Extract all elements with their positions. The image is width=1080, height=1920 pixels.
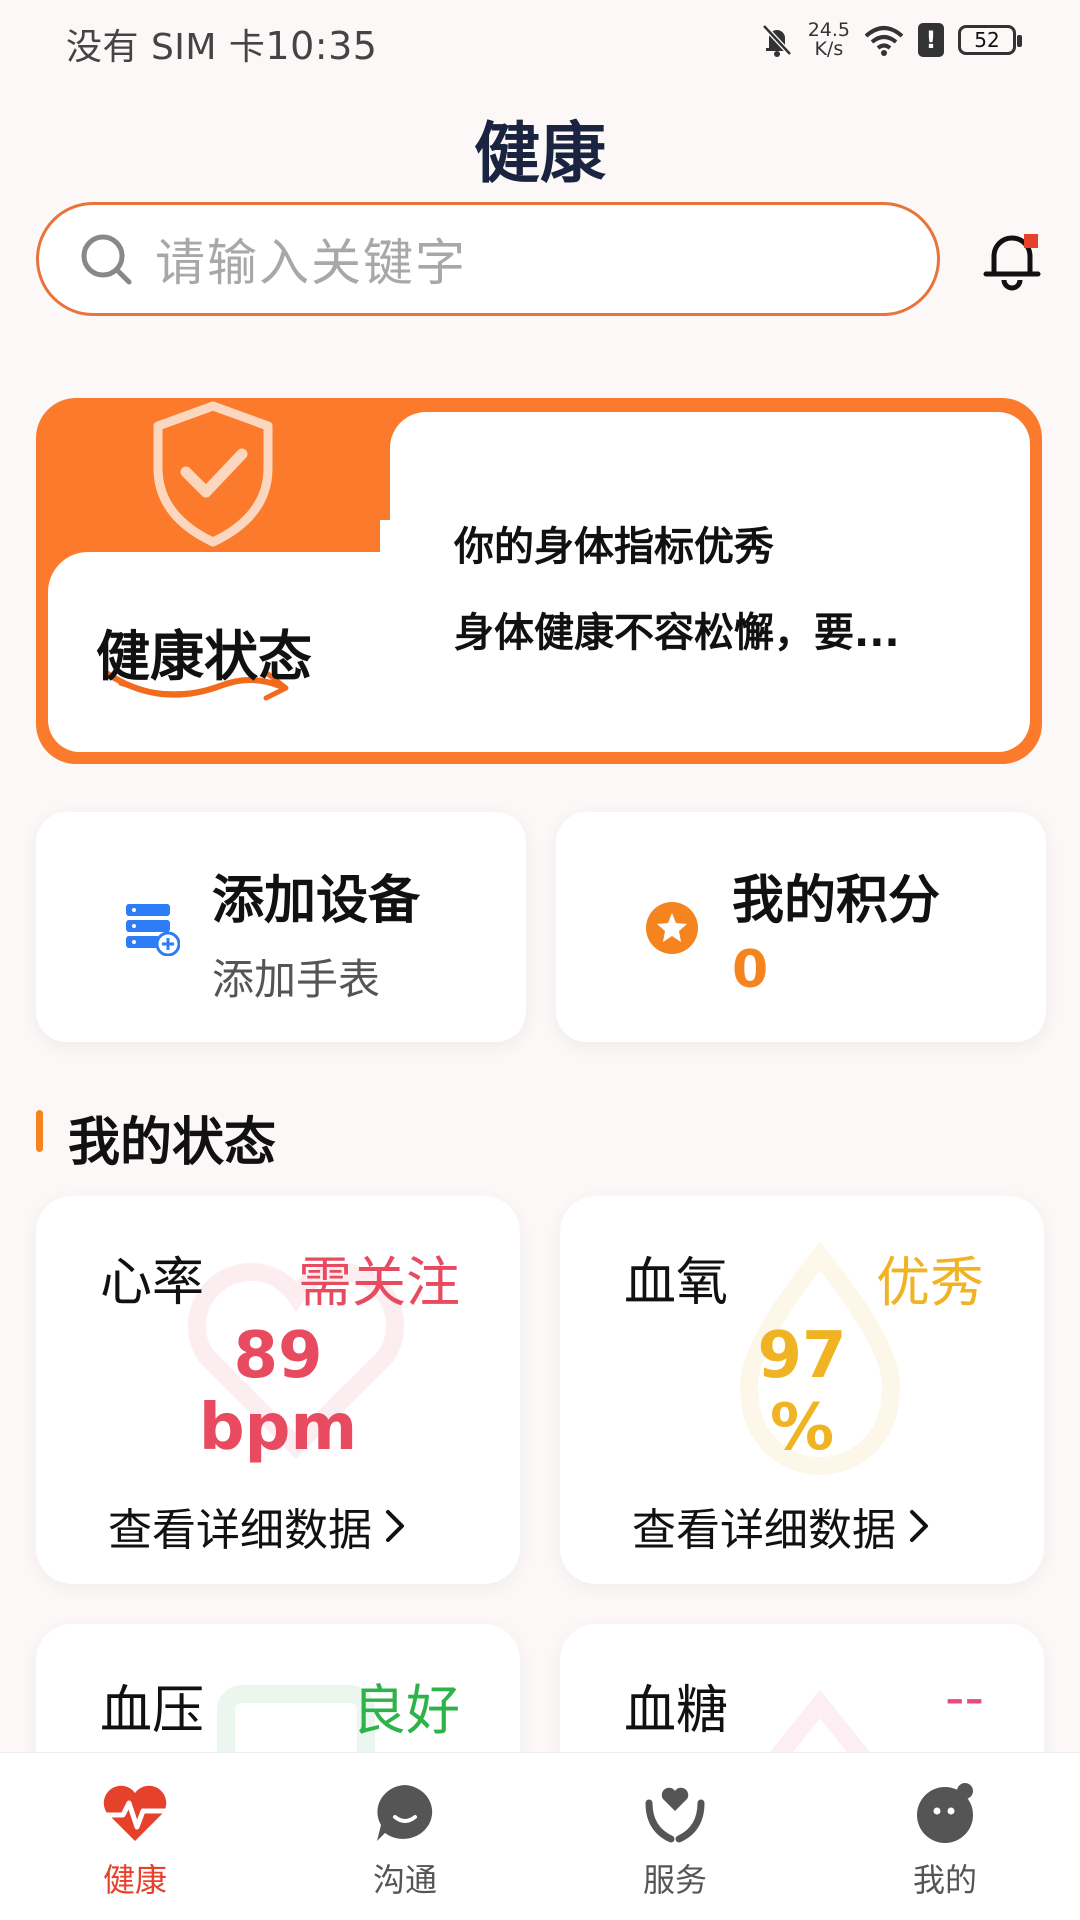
star-badge-icon [646, 902, 698, 954]
nav-item-health[interactable]: 健康 [0, 1753, 270, 1920]
add-device-title: 添加设备 [212, 871, 421, 931]
heart-rate-status-badge: 需关注 [298, 1251, 460, 1314]
section-title: 我的状态 [68, 1113, 277, 1173]
heart-pulse-icon [103, 1785, 167, 1841]
blood-oxygen-details-link[interactable]: 查看详细数据 [632, 1494, 930, 1558]
heart-rate-details-link[interactable]: 查看详细数据 [108, 1494, 406, 1558]
blood-sugar-label: 血糖 [624, 1681, 729, 1741]
health-status-title: 健康状态 [96, 625, 312, 688]
heart-rate-value-block: 89 bpm [36, 1320, 520, 1464]
net-speed: 24.5 K/s [808, 21, 850, 59]
heart-rate-value: 89 [233, 1319, 323, 1393]
status-bar: 没有 SIM 卡10:35 24.5 K/s ! 52 [0, 0, 1080, 80]
status-icons: 24.5 K/s ! 52 [760, 16, 1022, 64]
clock: 10:35 [265, 24, 378, 68]
sim-alert-icon: ! [918, 23, 944, 57]
nav-label-service: 服务 [642, 1861, 707, 1899]
nav-item-chat[interactable]: 沟通 [270, 1753, 540, 1920]
mute-bell-icon [761, 24, 792, 57]
details-link-label: 查看详细数据 [632, 1505, 896, 1556]
shield-check-icon [153, 401, 273, 547]
heart-rate-label: 心率 [100, 1253, 205, 1313]
nav-label-profile: 我的 [912, 1861, 977, 1899]
card-inner-right [390, 412, 1030, 752]
battery-icon: 52 [958, 25, 1022, 55]
add-device-card[interactable]: 添加设备 添加手表 [36, 812, 526, 1042]
blood-oxygen-label: 血氧 [624, 1253, 729, 1313]
heart-rate-unit: bpm [198, 1391, 358, 1465]
status-left: 没有 SIM 卡10:35 [66, 18, 377, 70]
chevron-right-icon [910, 1510, 928, 1542]
chat-bubble-icon [377, 1785, 433, 1841]
blood-oxygen-status-badge: 优秀 [876, 1251, 984, 1314]
nav-item-service[interactable]: 服务 [540, 1753, 810, 1920]
search-input[interactable]: 请输入关键字 [36, 202, 940, 316]
device-server-icon [126, 904, 180, 956]
chevron-right-icon [386, 1510, 404, 1542]
add-device-subtitle: 添加手表 [212, 955, 381, 1004]
my-points-card[interactable]: 我的积分 0 [556, 812, 1046, 1042]
my-points-title: 我的积分 [732, 871, 941, 931]
wifi-icon [864, 26, 904, 56]
health-status-advice: 身体健康不容松懈，要... [454, 610, 900, 656]
battery-level: 52 [974, 28, 1000, 52]
section-accent-bar [36, 1110, 43, 1152]
nav-item-profile[interactable]: 我的 [810, 1753, 1080, 1920]
search-placeholder: 请输入关键字 [155, 234, 467, 292]
hands-heart-icon [645, 1787, 705, 1843]
blood-pressure-label: 血压 [100, 1681, 205, 1741]
search-icon [81, 234, 132, 285]
health-status-summary: 你的身体指标优秀 [454, 524, 774, 570]
blood-oxygen-value: 97 [757, 1319, 847, 1393]
bottom-nav: 健康 沟通 服务 我的 [0, 1752, 1080, 1920]
page-title: 健康 [474, 115, 606, 192]
blood-oxygen-value-block: 97 % [560, 1320, 1044, 1464]
net-speed-unit: K/s [814, 38, 844, 60]
nav-label-chat: 沟通 [372, 1861, 437, 1899]
heart-rate-card[interactable]: 心率 需关注 89 bpm 查看详细数据 [36, 1196, 520, 1584]
notification-bell-icon[interactable] [980, 226, 1044, 292]
nav-label-health: 健康 [102, 1861, 167, 1899]
blood-pressure-status-badge: 良好 [352, 1679, 460, 1742]
profile-face-icon [917, 1783, 973, 1843]
blood-oxygen-card[interactable]: 血氧 优秀 97 % 查看详细数据 [560, 1196, 1044, 1584]
my-points-value: 0 [732, 940, 769, 1000]
blood-sugar-status-badge: -- [945, 1666, 984, 1729]
details-link-label: 查看详细数据 [108, 1505, 372, 1556]
carrier-text: 没有 SIM 卡 [66, 27, 266, 68]
blood-oxygen-unit: % [769, 1391, 835, 1465]
